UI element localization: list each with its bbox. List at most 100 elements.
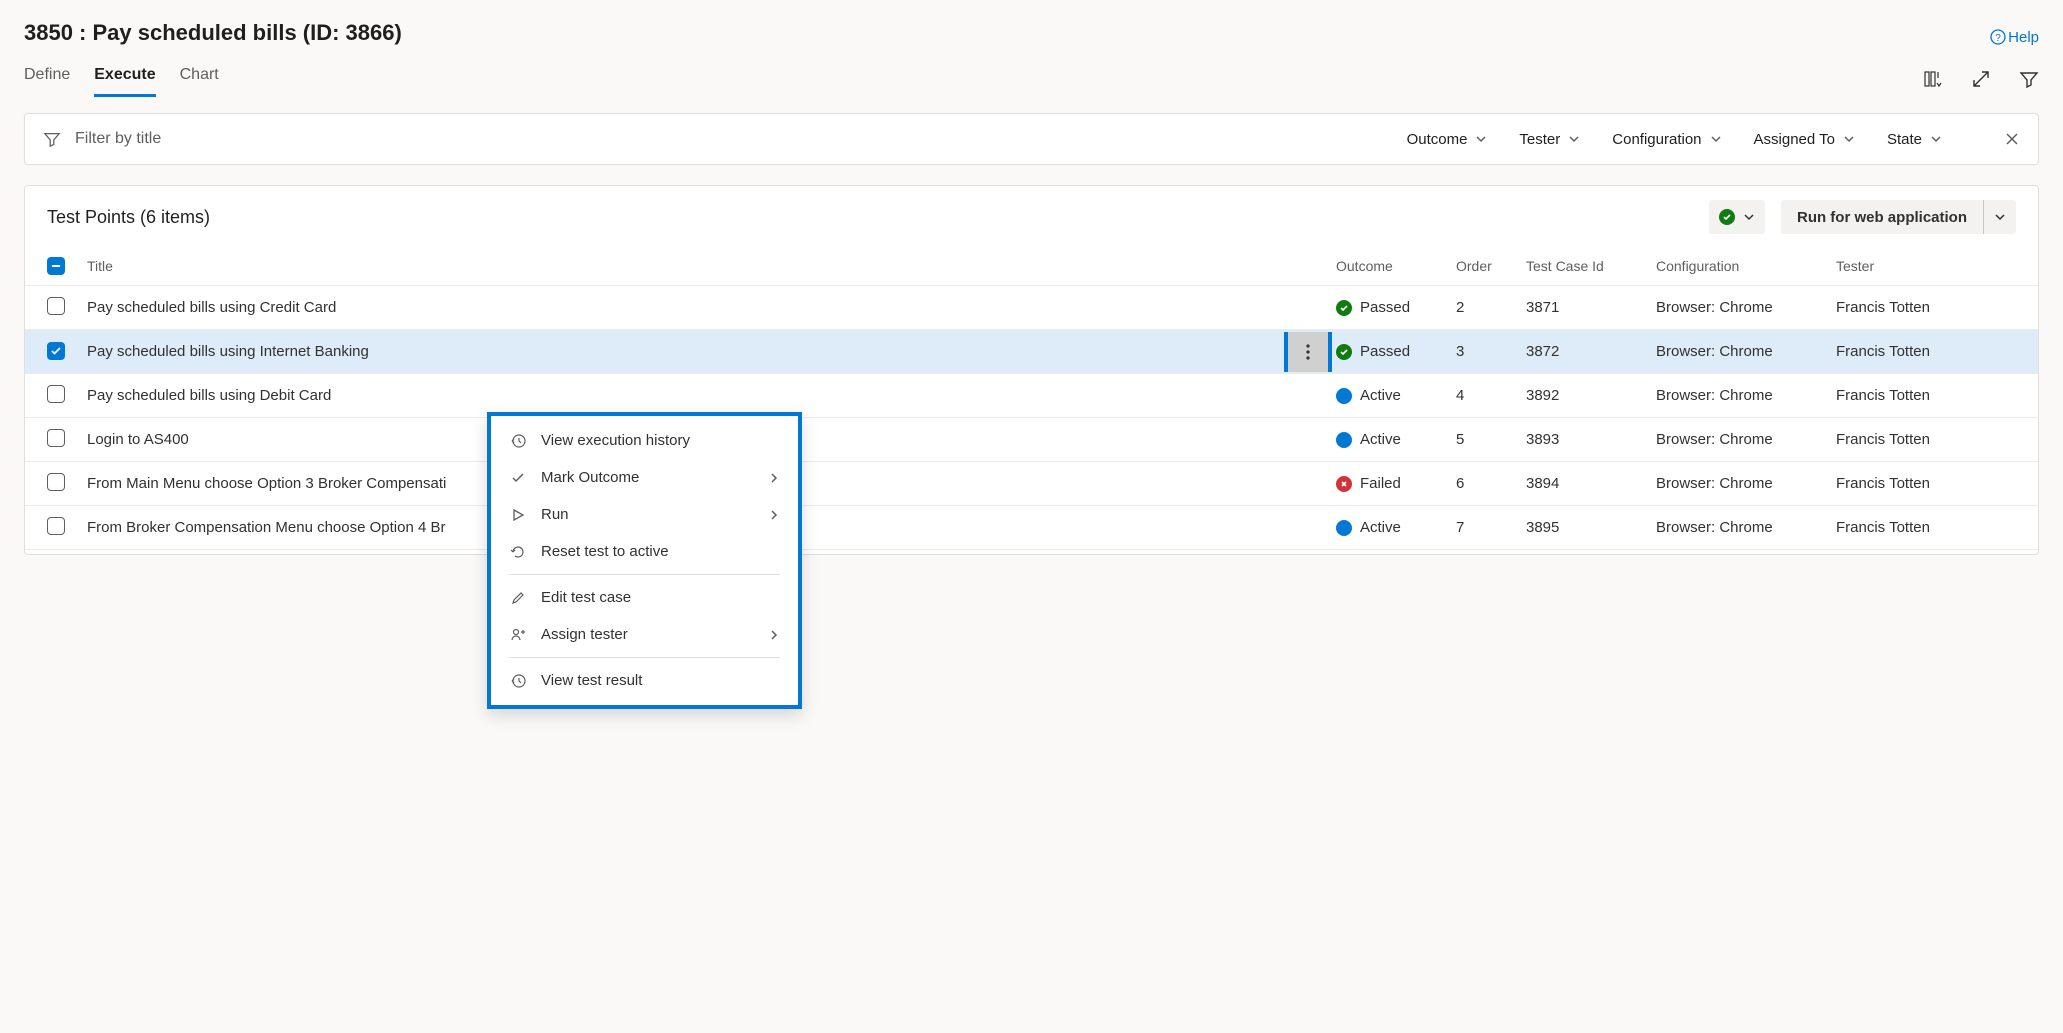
- more-actions-button[interactable]: [1288, 332, 1328, 372]
- column-config[interactable]: Configuration: [1656, 258, 1836, 274]
- filter-configuration[interactable]: Configuration: [1612, 131, 1721, 148]
- row-config: Browser: Chrome: [1656, 299, 1836, 316]
- menu-assign[interactable]: Assign tester: [491, 616, 798, 653]
- row-outcome: Active: [1360, 387, 1401, 404]
- chevron-right-icon: [768, 629, 780, 641]
- table-row[interactable]: From Main Menu choose Option 3 Broker Co…: [25, 462, 2038, 506]
- row-config: Browser: Chrome: [1656, 431, 1836, 448]
- filter-outcome-label: Outcome: [1407, 131, 1468, 148]
- chevron-down-icon: [1930, 133, 1942, 145]
- active-icon: [1336, 520, 1352, 536]
- filter-state-label: State: [1887, 131, 1922, 148]
- filter-outcome[interactable]: Outcome: [1407, 131, 1488, 148]
- clear-filter-button[interactable]: [2004, 131, 2020, 147]
- menu-label: Reset test to active: [541, 543, 669, 560]
- row-title: From Broker Compensation Menu choose Opt…: [87, 519, 446, 536]
- tab-execute[interactable]: Execute: [94, 60, 155, 97]
- tab-define[interactable]: Define: [24, 60, 70, 97]
- row-tester: Francis Totten: [1836, 475, 2016, 492]
- table-row[interactable]: From Broker Compensation Menu choose Opt…: [25, 506, 2038, 550]
- row-config: Browser: Chrome: [1656, 343, 1836, 360]
- mark-pass-button[interactable]: [1709, 200, 1765, 234]
- table-row[interactable]: Pay scheduled bills using Debit Card Acti…: [25, 374, 2038, 418]
- row-checkbox[interactable]: [47, 517, 65, 535]
- row-outcome: Failed: [1360, 475, 1401, 492]
- row-checkbox[interactable]: [47, 429, 65, 447]
- row-title: From Main Menu choose Option 3 Broker Co…: [87, 475, 446, 492]
- menu-label: Assign tester: [541, 626, 628, 643]
- menu-view-result[interactable]: View test result: [491, 662, 798, 699]
- active-icon: [1336, 432, 1352, 448]
- menu-label: Mark Outcome: [541, 469, 639, 486]
- filter-configuration-label: Configuration: [1612, 131, 1701, 148]
- filter-assigned-to[interactable]: Assigned To: [1754, 131, 1855, 148]
- history-icon: [509, 433, 527, 449]
- row-tcid: 3894: [1526, 475, 1656, 492]
- filter-state[interactable]: State: [1887, 131, 1942, 148]
- help-link[interactable]: ? Help: [1990, 29, 2039, 46]
- row-checkbox[interactable]: [47, 473, 65, 491]
- active-icon: [1336, 388, 1352, 404]
- column-outcome[interactable]: Outcome: [1336, 258, 1456, 274]
- context-menu: View execution history Mark Outcome Run …: [487, 412, 802, 709]
- chevron-down-icon: [1475, 133, 1487, 145]
- row-checkbox[interactable]: [47, 385, 65, 403]
- row-tcid: 3895: [1526, 519, 1656, 536]
- menu-label: View test result: [541, 672, 642, 689]
- row-title: Pay scheduled bills using Debit Card: [87, 387, 331, 404]
- row-checkbox[interactable]: [47, 297, 65, 315]
- checkmark-icon: [509, 470, 527, 486]
- menu-reset[interactable]: Reset test to active: [491, 533, 798, 570]
- column-order[interactable]: Order: [1456, 258, 1526, 274]
- row-outcome: Active: [1360, 431, 1401, 448]
- page-title: 3850 : Pay scheduled bills (ID: 3866): [24, 20, 402, 46]
- row-config: Browser: Chrome: [1656, 475, 1836, 492]
- row-order: 3: [1456, 343, 1526, 360]
- row-title: Pay scheduled bills using Internet Banki…: [87, 343, 369, 360]
- grid-header: Title Outcome Order Test Case Id Configu…: [25, 246, 2038, 286]
- row-tester: Francis Totten: [1836, 299, 2016, 316]
- column-tester[interactable]: Tester: [1836, 258, 2016, 274]
- column-title[interactable]: Title: [87, 258, 1336, 274]
- menu-separator: [509, 657, 780, 658]
- filter-funnel-icon: [43, 130, 61, 148]
- menu-label: Run: [541, 506, 569, 523]
- column-tcid[interactable]: Test Case Id: [1526, 258, 1656, 274]
- row-order: 4: [1456, 387, 1526, 404]
- menu-run[interactable]: Run: [491, 496, 798, 533]
- row-order: 7: [1456, 519, 1526, 536]
- row-tester: Francis Totten: [1836, 387, 2016, 404]
- tab-chart[interactable]: Chart: [180, 60, 219, 97]
- reset-icon: [509, 544, 527, 560]
- row-title: Pay scheduled bills using Credit Card: [87, 299, 336, 316]
- filter-icon[interactable]: [2019, 69, 2039, 89]
- chevron-down-icon: [1843, 133, 1855, 145]
- menu-label: View execution history: [541, 432, 690, 449]
- menu-mark-outcome[interactable]: Mark Outcome: [491, 459, 798, 496]
- row-tester: Francis Totten: [1836, 431, 2016, 448]
- play-icon: [509, 507, 527, 523]
- select-all-checkbox[interactable]: [47, 257, 65, 275]
- row-outcome: Active: [1360, 519, 1401, 536]
- filter-assigned-to-label: Assigned To: [1754, 131, 1835, 148]
- row-tcid: 3892: [1526, 387, 1656, 404]
- filter-input[interactable]: [73, 129, 1407, 149]
- run-button[interactable]: Run for web application: [1781, 200, 1983, 234]
- menu-separator: [509, 574, 780, 575]
- row-tester: Francis Totten: [1836, 519, 2016, 536]
- filter-tester[interactable]: Tester: [1519, 131, 1580, 148]
- fullscreen-icon[interactable]: [1971, 69, 1991, 89]
- table-row[interactable]: Pay scheduled bills using Internet Banki…: [25, 330, 2038, 374]
- chevron-down-icon: [1743, 211, 1755, 223]
- chevron-down-icon: [1710, 133, 1722, 145]
- column-options-icon[interactable]: [1923, 69, 1943, 89]
- run-dropdown-button[interactable]: [1983, 200, 2016, 234]
- menu-view-history[interactable]: View execution history: [491, 422, 798, 459]
- row-checkbox[interactable]: [47, 342, 65, 360]
- menu-edit[interactable]: Edit test case: [491, 579, 798, 616]
- row-outcome: Passed: [1360, 343, 1410, 360]
- row-order: 6: [1456, 475, 1526, 492]
- table-row[interactable]: Pay scheduled bills using Credit CardPas…: [25, 286, 2038, 330]
- table-row[interactable]: Login to AS400Active53893Browser: Chrome…: [25, 418, 2038, 462]
- row-order: 5: [1456, 431, 1526, 448]
